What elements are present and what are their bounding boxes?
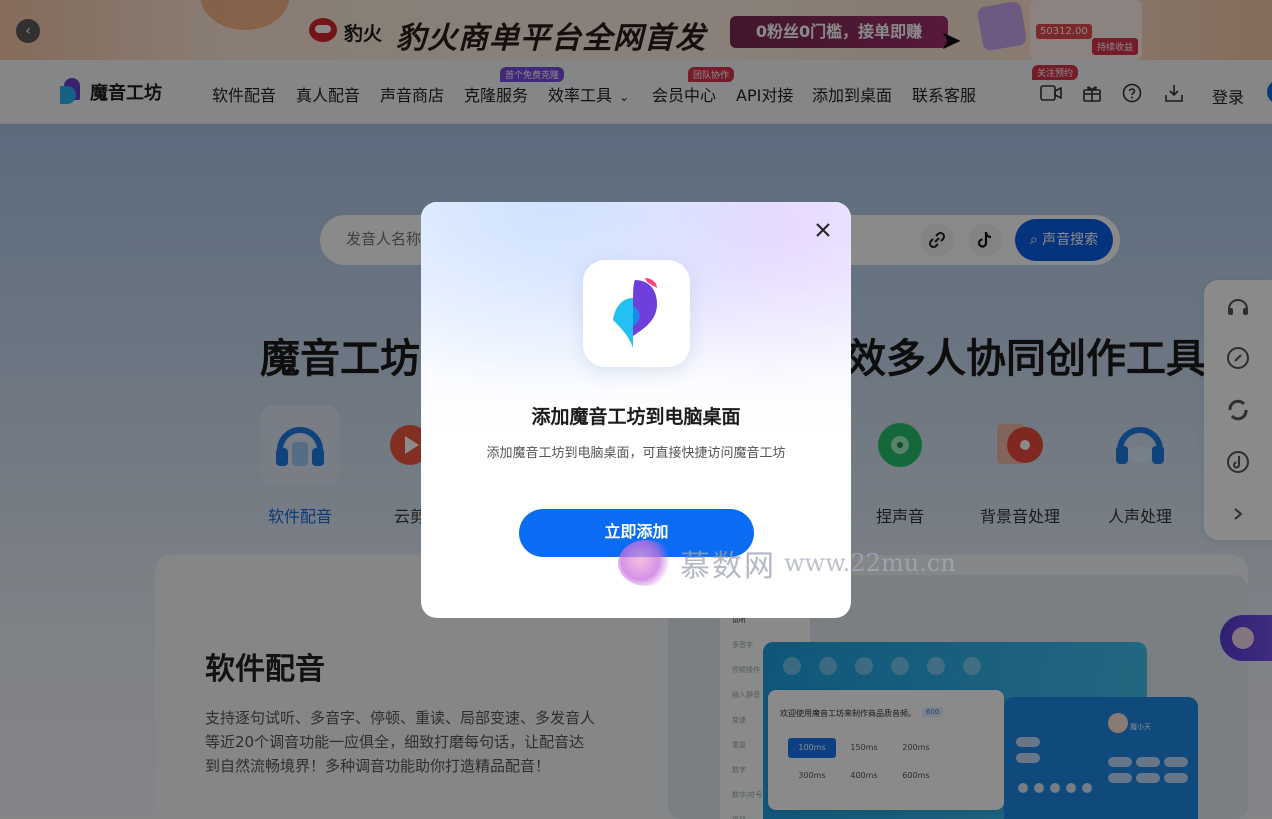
modal-title: 添加魔音工坊到电脑桌面: [531, 406, 741, 428]
modal-subtitle: 添加魔音工坊到电脑桌面，可直接快捷访问魔音工坊: [486, 446, 786, 461]
close-icon[interactable]: [811, 218, 835, 242]
moyin-app-icon: [583, 260, 690, 367]
watermark: 慕数网 www.22mu.cn: [618, 540, 956, 586]
watermark-cn: 慕数网: [680, 549, 776, 584]
watermark-en: www.22mu.cn: [784, 549, 956, 577]
watermark-logo-icon: [618, 540, 674, 586]
